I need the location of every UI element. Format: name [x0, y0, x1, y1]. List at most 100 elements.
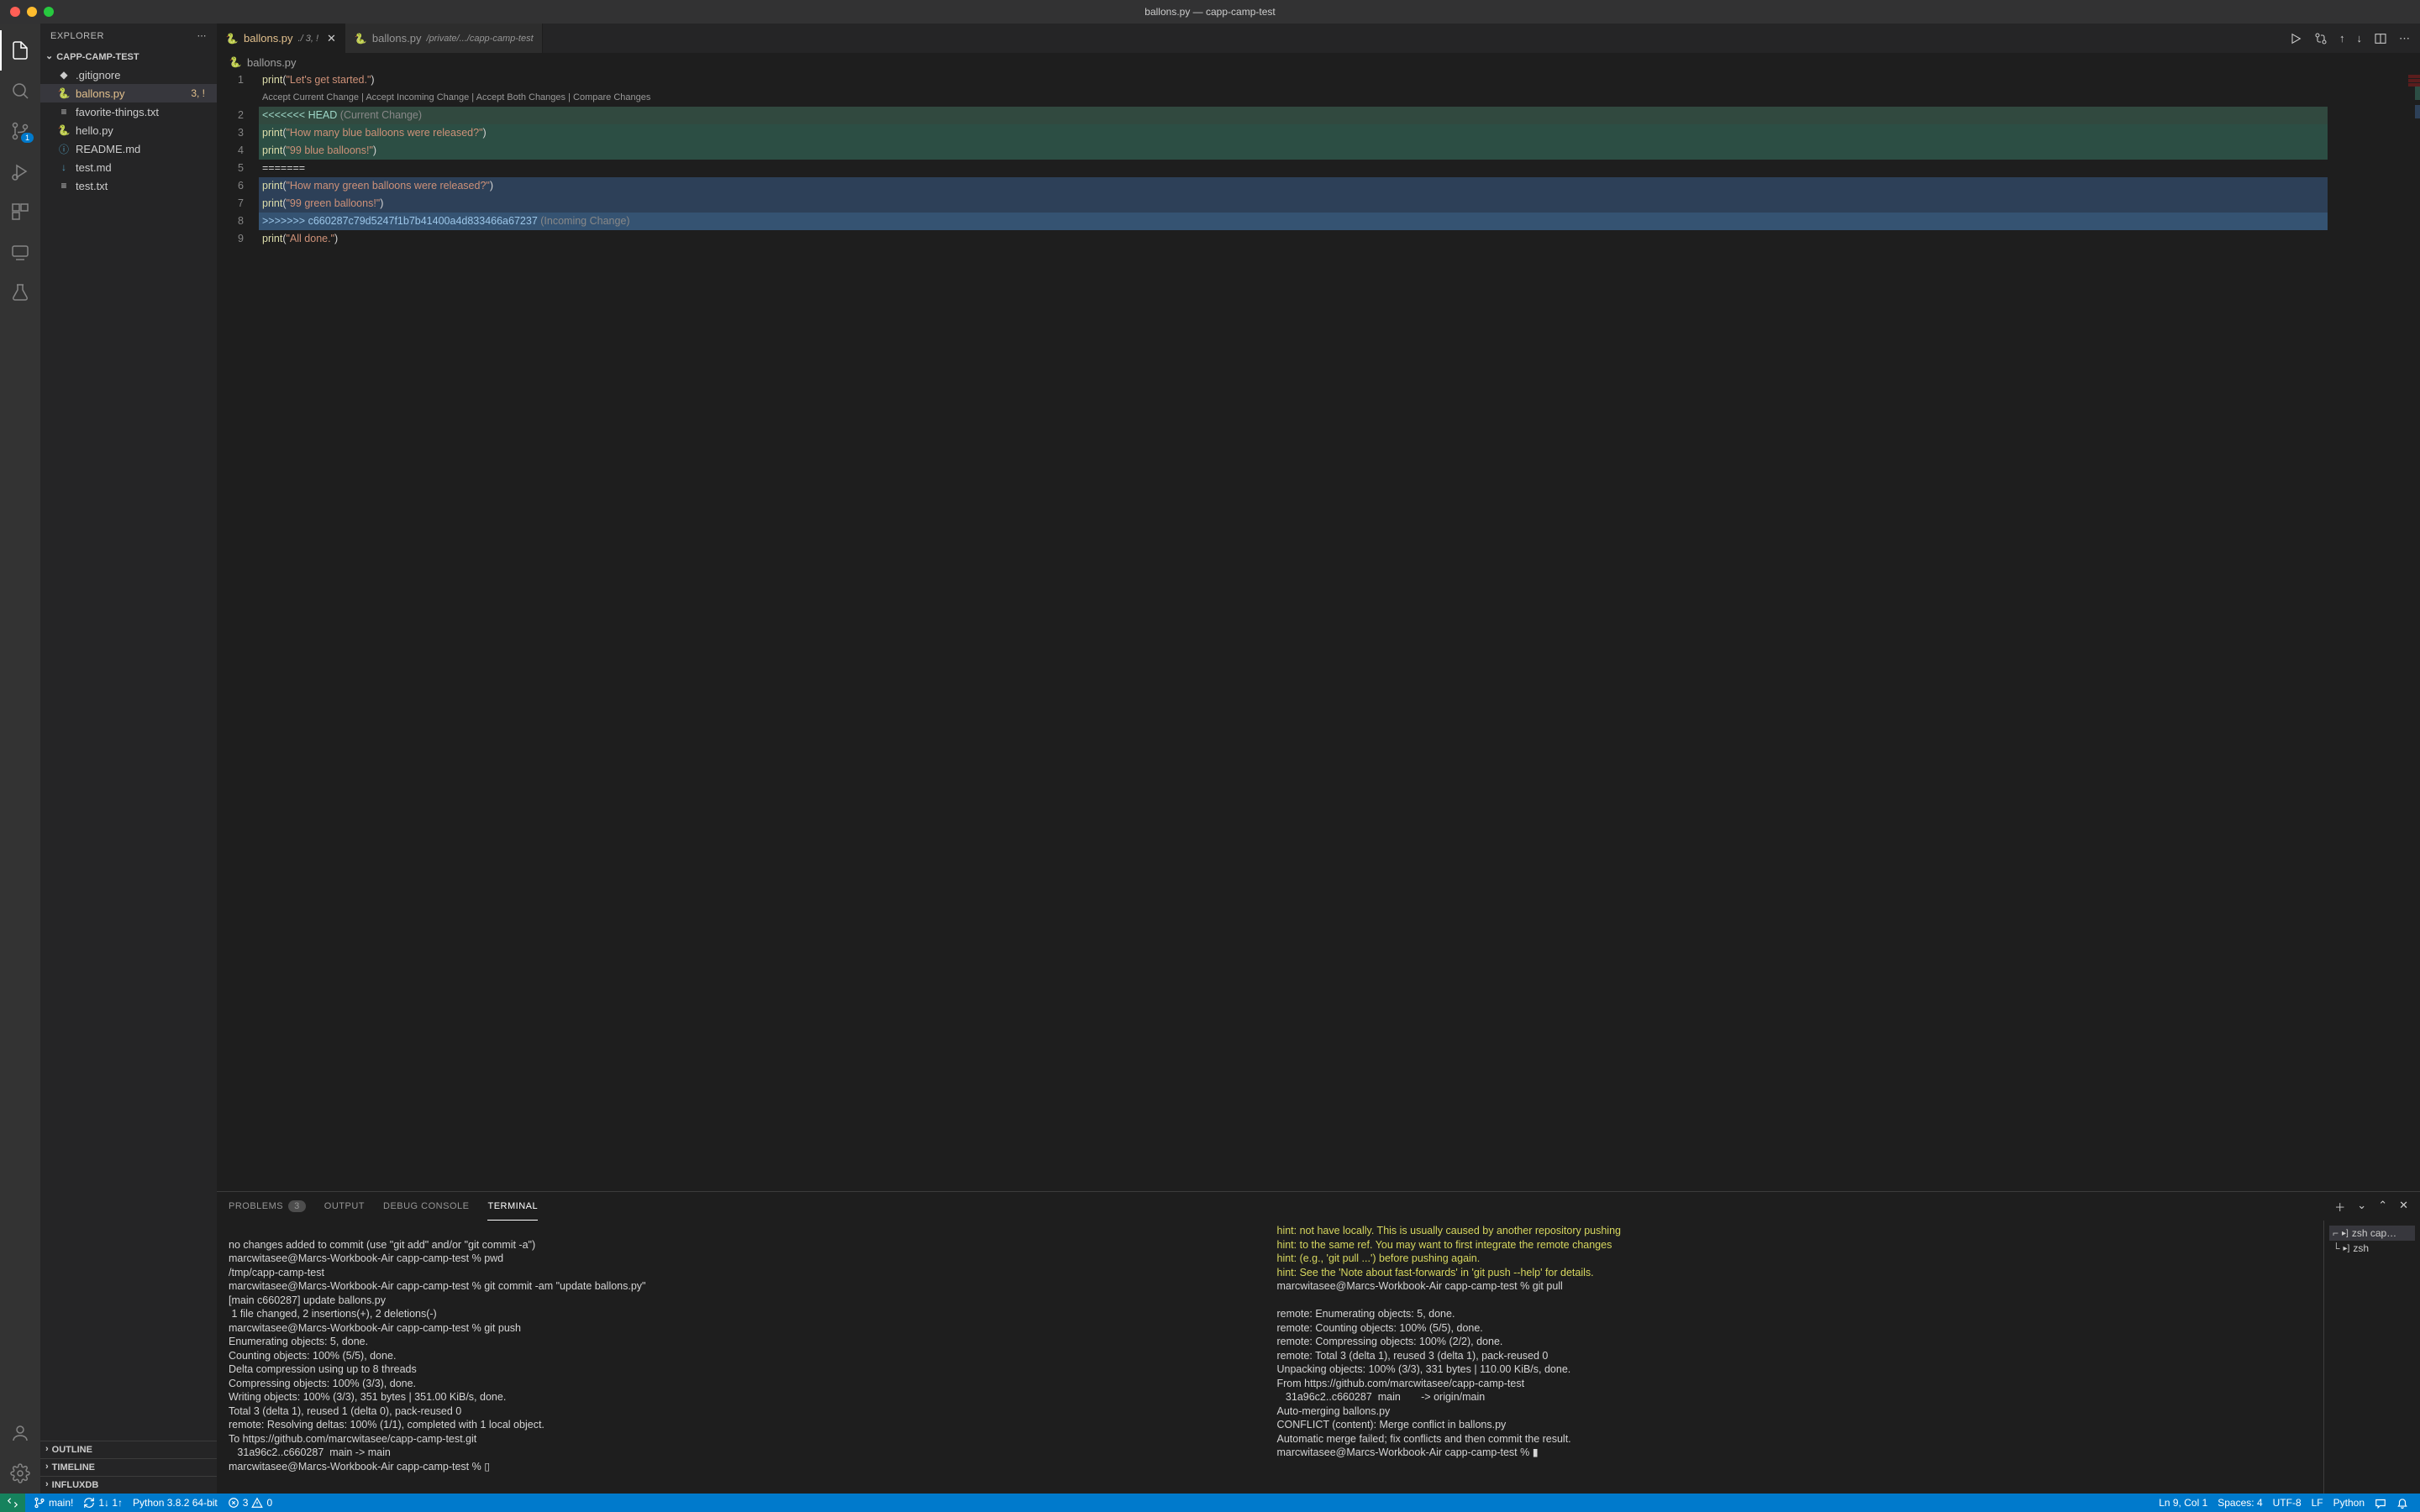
terminal-list-item[interactable]: └▸] zsh [2329, 1241, 2415, 1256]
code-line[interactable]: >>>>>>> c660287c79d5247f1b7b41400a4d8334… [259, 213, 2328, 230]
remote-icon [10, 242, 30, 262]
activity-debug[interactable] [0, 151, 40, 192]
file-item[interactable]: 🐍hello.py [40, 121, 217, 139]
timeline-section[interactable]: ›TIMELINE [40, 1458, 217, 1476]
git-ignore-icon: ◆ [57, 68, 71, 81]
window-close-button[interactable] [10, 7, 20, 17]
codelens-accept-both[interactable]: Accept Both Changes [476, 92, 566, 102]
text-icon: ≡ [57, 179, 71, 192]
terminal-label: TERMINAL [487, 1201, 538, 1211]
more-button[interactable]: ⋯ [2399, 32, 2410, 45]
terminal-dropdown-button[interactable]: ⌄ [2357, 1199, 2366, 1215]
problems-badge: 3 [288, 1200, 306, 1212]
code-line[interactable]: <<<<<<< HEAD (Current Change) [259, 107, 2328, 124]
outline-section[interactable]: ›OUTLINE [40, 1441, 217, 1458]
minimap[interactable] [2328, 71, 2420, 1191]
influxdb-section[interactable]: ›INFLUXDB [40, 1476, 217, 1494]
gear-icon [10, 1463, 30, 1483]
sync-text: 1↓ 1↑ [98, 1497, 123, 1509]
codelens-accept-current[interactable]: Accept Current Change [262, 92, 359, 102]
file-item[interactable]: ↓test.md [40, 158, 217, 176]
file-item[interactable]: ≡ favorite-things.txt [40, 102, 217, 121]
terminal-new-button[interactable]: ＋ [2334, 1199, 2345, 1215]
codelens-compare[interactable]: Compare Changes [573, 92, 650, 102]
panel-maximize-button[interactable]: ⌃ [2378, 1199, 2387, 1215]
code-line[interactable]: print("How many green balloons were rele… [259, 177, 2328, 195]
sidebar: EXPLORER ⋯ ⌄ CAPP-CAMP-TEST ◆ .gitignore 🐍… [40, 24, 217, 1494]
file-item[interactable]: ⓘREADME.md [40, 139, 217, 158]
activity-settings[interactable] [0, 1453, 40, 1494]
down-button[interactable]: ↓ [2357, 32, 2363, 45]
activity-remote[interactable] [0, 232, 40, 272]
activity-testing[interactable] [0, 272, 40, 312]
window-maximize-button[interactable] [44, 7, 54, 17]
terminal-pane-right[interactable]: hint: not have locally. This is usually … [1277, 1224, 2312, 1490]
file-item[interactable]: ◆ .gitignore [40, 66, 217, 84]
status-python[interactable]: Python 3.8.2 64-bit [128, 1494, 223, 1512]
status-branch[interactable]: main! [29, 1494, 78, 1512]
code-line[interactable]: print("All done.") [259, 230, 2328, 248]
run-button[interactable] [2289, 32, 2302, 45]
file-tree: ◆ .gitignore 🐍ballons.py3, ! ≡ favorite-thin… [40, 66, 217, 1441]
tab-debug-console[interactable]: DEBUG CONSOLE [383, 1192, 469, 1221]
encoding-label: UTF-8 [2273, 1497, 2302, 1509]
code-line[interactable]: print("Let's get started.") [259, 71, 2328, 89]
up-button[interactable]: ↑ [2339, 32, 2345, 45]
python-icon: 🐍 [354, 32, 367, 45]
error-icon [228, 1497, 239, 1509]
file-item[interactable]: 🐍ballons.py3, ! [40, 84, 217, 102]
flask-icon [10, 282, 30, 302]
file-name: .gitignore [76, 69, 120, 81]
file-item[interactable]: ≡test.txt [40, 176, 217, 195]
activity-source-control[interactable]: 1 [0, 111, 40, 151]
chevron-right-icon: › [45, 1462, 49, 1472]
window-minimize-button[interactable] [27, 7, 37, 17]
split-button[interactable] [2374, 32, 2387, 45]
tab-close-button[interactable]: ✕ [327, 32, 336, 45]
project-name: CAPP-CAMP-TEST [56, 52, 139, 62]
project-section[interactable]: ⌄ CAPP-CAMP-TEST [40, 48, 217, 66]
panel-close-button[interactable]: ✕ [2399, 1199, 2408, 1215]
activity-extensions[interactable] [0, 192, 40, 232]
tab-problems[interactable]: PROBLEMS 3 [229, 1192, 306, 1221]
tab-output[interactable]: OUTPUT [324, 1192, 365, 1221]
codelens-accept-incoming[interactable]: Accept Incoming Change [366, 92, 469, 102]
breadcrumb[interactable]: 🐍 ballons.py [217, 53, 2420, 71]
line-number: 6 [217, 177, 244, 195]
editor-tab[interactable]: 🐍ballons.py./ 3, !✕ [217, 24, 345, 53]
python-version: Python 3.8.2 64-bit [133, 1497, 218, 1509]
status-sync[interactable]: 1↓ 1↑ [78, 1494, 128, 1512]
terminal-pane-left[interactable]: no changes added to commit (use "git add… [229, 1224, 1264, 1490]
activity-search[interactable] [0, 71, 40, 111]
line-number: 5 [217, 160, 244, 177]
problems-label: PROBLEMS [229, 1201, 283, 1211]
code-line[interactable]: print("99 blue balloons!") [259, 142, 2328, 160]
status-feedback[interactable] [2370, 1494, 2391, 1512]
code-line[interactable]: print("How many blue balloons were relea… [259, 124, 2328, 142]
code-line[interactable]: ======= [259, 160, 2328, 177]
terminal-list-item[interactable]: ⌐▸] zsh cap… [2329, 1226, 2415, 1241]
tab-terminal[interactable]: TERMINAL [487, 1192, 538, 1221]
status-indent[interactable]: Spaces: 4 [2212, 1494, 2267, 1512]
status-problems[interactable]: 3 0 [223, 1494, 277, 1512]
diff-button[interactable] [2314, 32, 2328, 45]
status-eol[interactable]: LF [2307, 1494, 2328, 1512]
status-language[interactable]: Python [2328, 1494, 2370, 1512]
activity-accounts[interactable] [0, 1413, 40, 1453]
editor-tab[interactable]: 🐍ballons.py/private/.../capp-camp-test [345, 24, 543, 53]
status-cursor[interactable]: Ln 9, Col 1 [2154, 1494, 2212, 1512]
text-icon: ≡ [57, 105, 71, 118]
terminal-icon: ▸] [2344, 1244, 2350, 1253]
explorer-more-button[interactable]: ⋯ [197, 30, 208, 41]
explorer-title: EXPLORER [50, 31, 104, 41]
remote-indicator-icon [7, 1497, 18, 1509]
status-remote[interactable] [0, 1494, 25, 1512]
code-line[interactable]: print("99 green balloons!") [259, 195, 2328, 213]
outline-label: OUTLINE [52, 1445, 92, 1455]
status-notifications[interactable] [2391, 1494, 2413, 1512]
file-name: favorite-things.txt [76, 106, 159, 118]
status-encoding[interactable]: UTF-8 [2268, 1494, 2307, 1512]
code-content[interactable]: print("Let's get started.") Accept Curren… [259, 71, 2328, 1191]
activity-explorer[interactable] [0, 30, 40, 71]
title-bar: ballons.py — capp-camp-test [0, 0, 2420, 24]
